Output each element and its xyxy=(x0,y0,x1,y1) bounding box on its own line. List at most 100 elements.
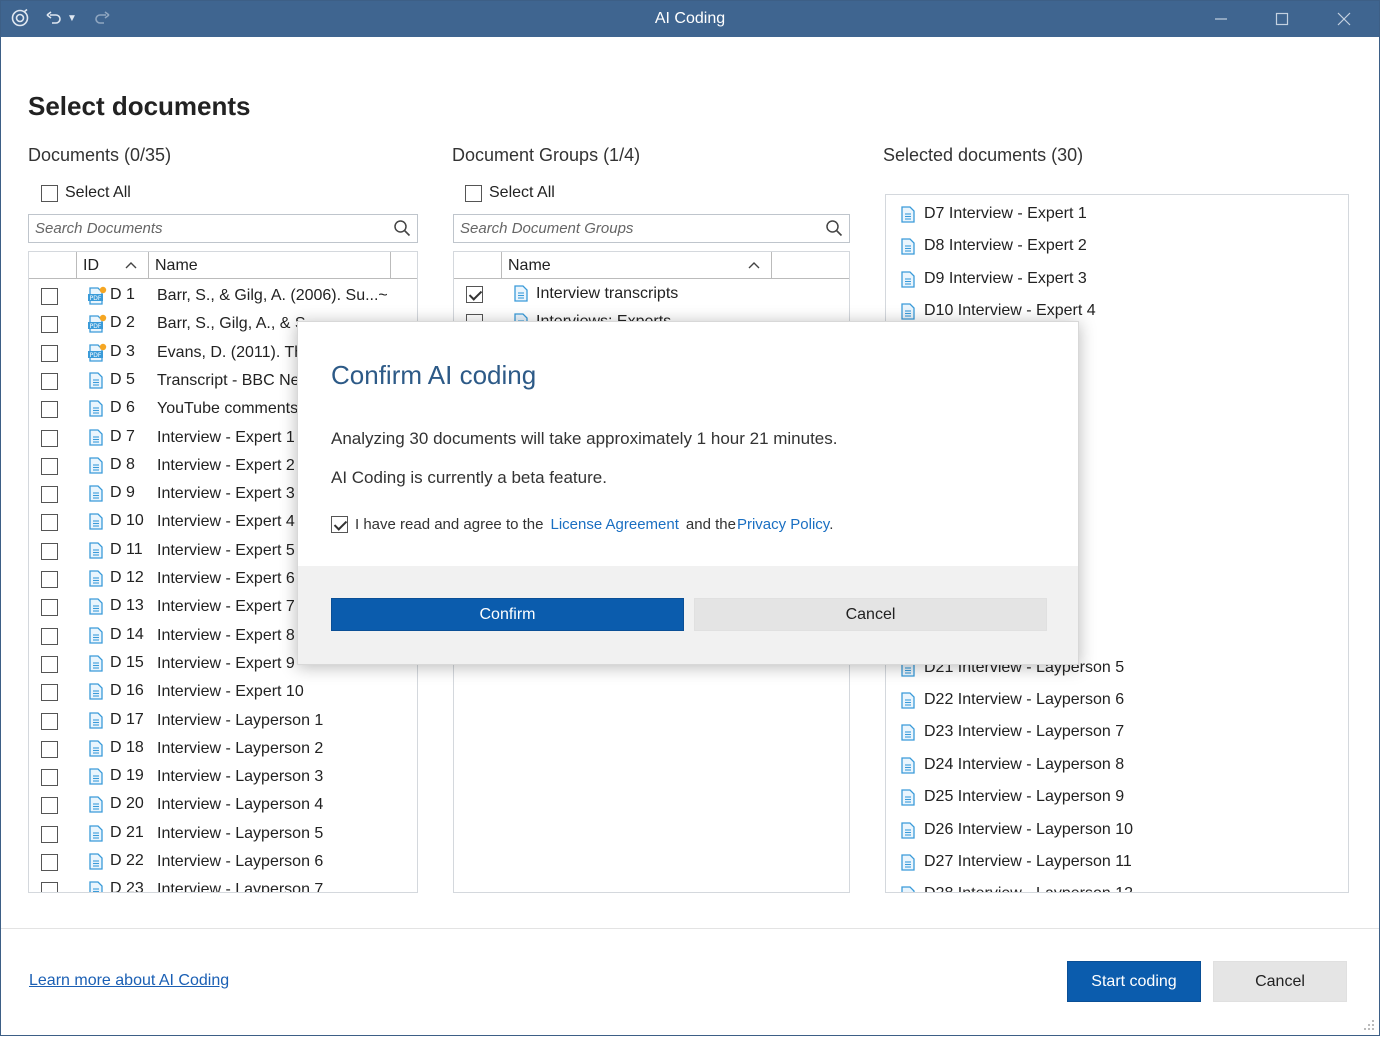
table-row[interactable]: D 20 Interview - Layperson 4 xyxy=(29,791,417,819)
document-groups-title: Document Groups (1/4) xyxy=(452,145,641,165)
row-checkbox[interactable] xyxy=(41,882,58,892)
text-document-icon xyxy=(88,825,104,842)
table-row[interactable]: D 16 Interview - Expert 10 xyxy=(29,678,417,706)
ai-coding-window: ▼ AI Coding Select documents Documents (… xyxy=(0,0,1380,1036)
license-agreement-link[interactable]: License Agreement xyxy=(550,516,678,533)
row-checkbox[interactable] xyxy=(41,825,58,843)
search-groups-input[interactable]: Search Document Groups xyxy=(453,214,850,243)
table-row[interactable]: D 17 Interview - Layperson 1 xyxy=(29,707,417,735)
row-checkbox[interactable] xyxy=(41,740,58,758)
table-row[interactable]: D 22 Interview - Layperson 6 xyxy=(29,848,417,876)
text-document-icon xyxy=(88,400,104,417)
column-header-id[interactable]: ID xyxy=(76,252,148,279)
table-row[interactable]: D 19 Interview - Layperson 3 xyxy=(29,763,417,791)
start-coding-button[interactable]: Start coding xyxy=(1067,961,1201,1002)
search-icon[interactable] xyxy=(393,219,411,237)
close-icon[interactable] xyxy=(1321,5,1367,33)
table-row[interactable]: PDF D 1 Barr, S., & Gilg, A. (2006). Su...… xyxy=(29,282,417,310)
document-id: D 14 xyxy=(110,625,144,643)
pdf-document-icon: PDF xyxy=(87,286,107,305)
dialog-cancel-button[interactable]: Cancel xyxy=(694,598,1047,631)
selected-document-label: D25 Interview - Layperson 9 xyxy=(924,788,1125,806)
svg-text:PDF: PDF xyxy=(90,323,102,330)
confirm-button[interactable]: Confirm xyxy=(331,598,684,631)
row-checkbox[interactable] xyxy=(41,486,58,504)
document-id: D 18 xyxy=(110,738,144,756)
text-document-icon xyxy=(900,757,916,774)
text-document-icon xyxy=(88,655,104,672)
minimize-icon[interactable] xyxy=(1198,5,1244,33)
resize-grip-icon[interactable] xyxy=(1361,1017,1375,1031)
groups-select-all[interactable]: Select All xyxy=(465,184,555,202)
document-name: Interview - Expert 9 xyxy=(157,654,295,672)
document-name: Interview - Layperson 1 xyxy=(157,711,324,729)
table-row[interactable]: D 21 Interview - Layperson 5 xyxy=(29,820,417,848)
row-checkbox[interactable] xyxy=(41,769,58,787)
sort-ascending-icon xyxy=(125,262,137,269)
column-header-name[interactable]: Name xyxy=(501,252,771,279)
row-checkbox[interactable] xyxy=(41,344,58,362)
text-document-icon xyxy=(88,853,104,870)
row-checkbox[interactable] xyxy=(41,401,58,419)
groups-select-all-checkbox[interactable] xyxy=(465,184,482,202)
text-document-icon xyxy=(88,570,104,587)
text-document-icon xyxy=(88,485,104,502)
document-name: Interview - Layperson 7 xyxy=(157,881,324,893)
row-checkbox[interactable] xyxy=(41,316,58,334)
row-checkbox[interactable] xyxy=(41,372,58,390)
documents-title: Documents (0/35) xyxy=(28,145,172,165)
search-documents-input[interactable]: Search Documents xyxy=(28,214,418,243)
dialog-title: Confirm AI coding xyxy=(331,360,537,390)
agree-prefix: I have read and agree to the xyxy=(355,516,544,533)
document-name: Interview - Expert 10 xyxy=(157,683,304,701)
agree-checkbox[interactable] xyxy=(331,516,348,533)
text-document-icon xyxy=(88,683,104,700)
row-checkbox[interactable] xyxy=(41,854,58,871)
document-id: D 9 xyxy=(110,484,135,502)
row-checkbox[interactable] xyxy=(41,655,58,673)
page-title: Select documents xyxy=(28,91,251,121)
group-name: Interview transcripts xyxy=(536,285,679,302)
sort-ascending-icon xyxy=(748,262,760,269)
footer-divider xyxy=(1,928,1379,929)
document-id: D 23 xyxy=(110,880,144,893)
row-checkbox[interactable] xyxy=(41,627,58,645)
text-document-icon xyxy=(900,303,916,320)
title-bar: ▼ AI Coding xyxy=(1,1,1379,37)
groups-header: Name xyxy=(454,252,849,279)
row-checkbox[interactable] xyxy=(41,571,58,588)
cancel-button[interactable]: Cancel xyxy=(1213,961,1347,1002)
document-id: D 5 xyxy=(110,370,135,388)
table-row[interactable]: D 18 Interview - Layperson 2 xyxy=(29,735,417,763)
row-checkbox[interactable] xyxy=(41,797,58,815)
documents-select-all-checkbox[interactable] xyxy=(41,184,58,202)
row-checkbox[interactable] xyxy=(466,286,483,303)
selected-document-label: D8 Interview - Expert 2 xyxy=(924,237,1087,255)
row-checkbox[interactable] xyxy=(41,457,58,475)
pdf-document-icon: PDF xyxy=(87,314,107,333)
document-id: D 17 xyxy=(110,710,144,728)
column-header-name[interactable]: Name xyxy=(148,252,390,279)
column-header-extra xyxy=(771,252,849,279)
row-checkbox[interactable] xyxy=(41,542,58,560)
row-checkbox[interactable] xyxy=(41,599,58,617)
document-name: Interview - Expert 8 xyxy=(157,626,295,644)
row-checkbox[interactable] xyxy=(41,288,58,305)
learn-more-link[interactable]: Learn more about AI Coding xyxy=(29,972,229,990)
maximize-icon[interactable] xyxy=(1259,5,1305,33)
privacy-policy-link[interactable]: Privacy Policy xyxy=(737,516,829,533)
row-checkbox[interactable] xyxy=(41,684,58,702)
document-name: Interview - Layperson 6 xyxy=(157,853,324,870)
row-checkbox[interactable] xyxy=(41,429,58,447)
table-row[interactable]: D 23 Interview - Layperson 7 xyxy=(29,876,417,893)
row-checkbox[interactable] xyxy=(41,514,58,532)
table-row[interactable]: Interview transcripts xyxy=(454,280,849,308)
documents-select-all[interactable]: Select All xyxy=(41,184,131,202)
agree-row[interactable]: I have read and agree to the License Agr… xyxy=(331,516,833,533)
search-icon[interactable] xyxy=(825,219,843,237)
row-checkbox[interactable] xyxy=(41,712,58,730)
text-document-icon xyxy=(88,711,104,729)
document-id: D 1 xyxy=(110,286,135,303)
document-id: D 16 xyxy=(110,682,144,700)
document-name: Interview - Expert 5 xyxy=(157,541,295,559)
